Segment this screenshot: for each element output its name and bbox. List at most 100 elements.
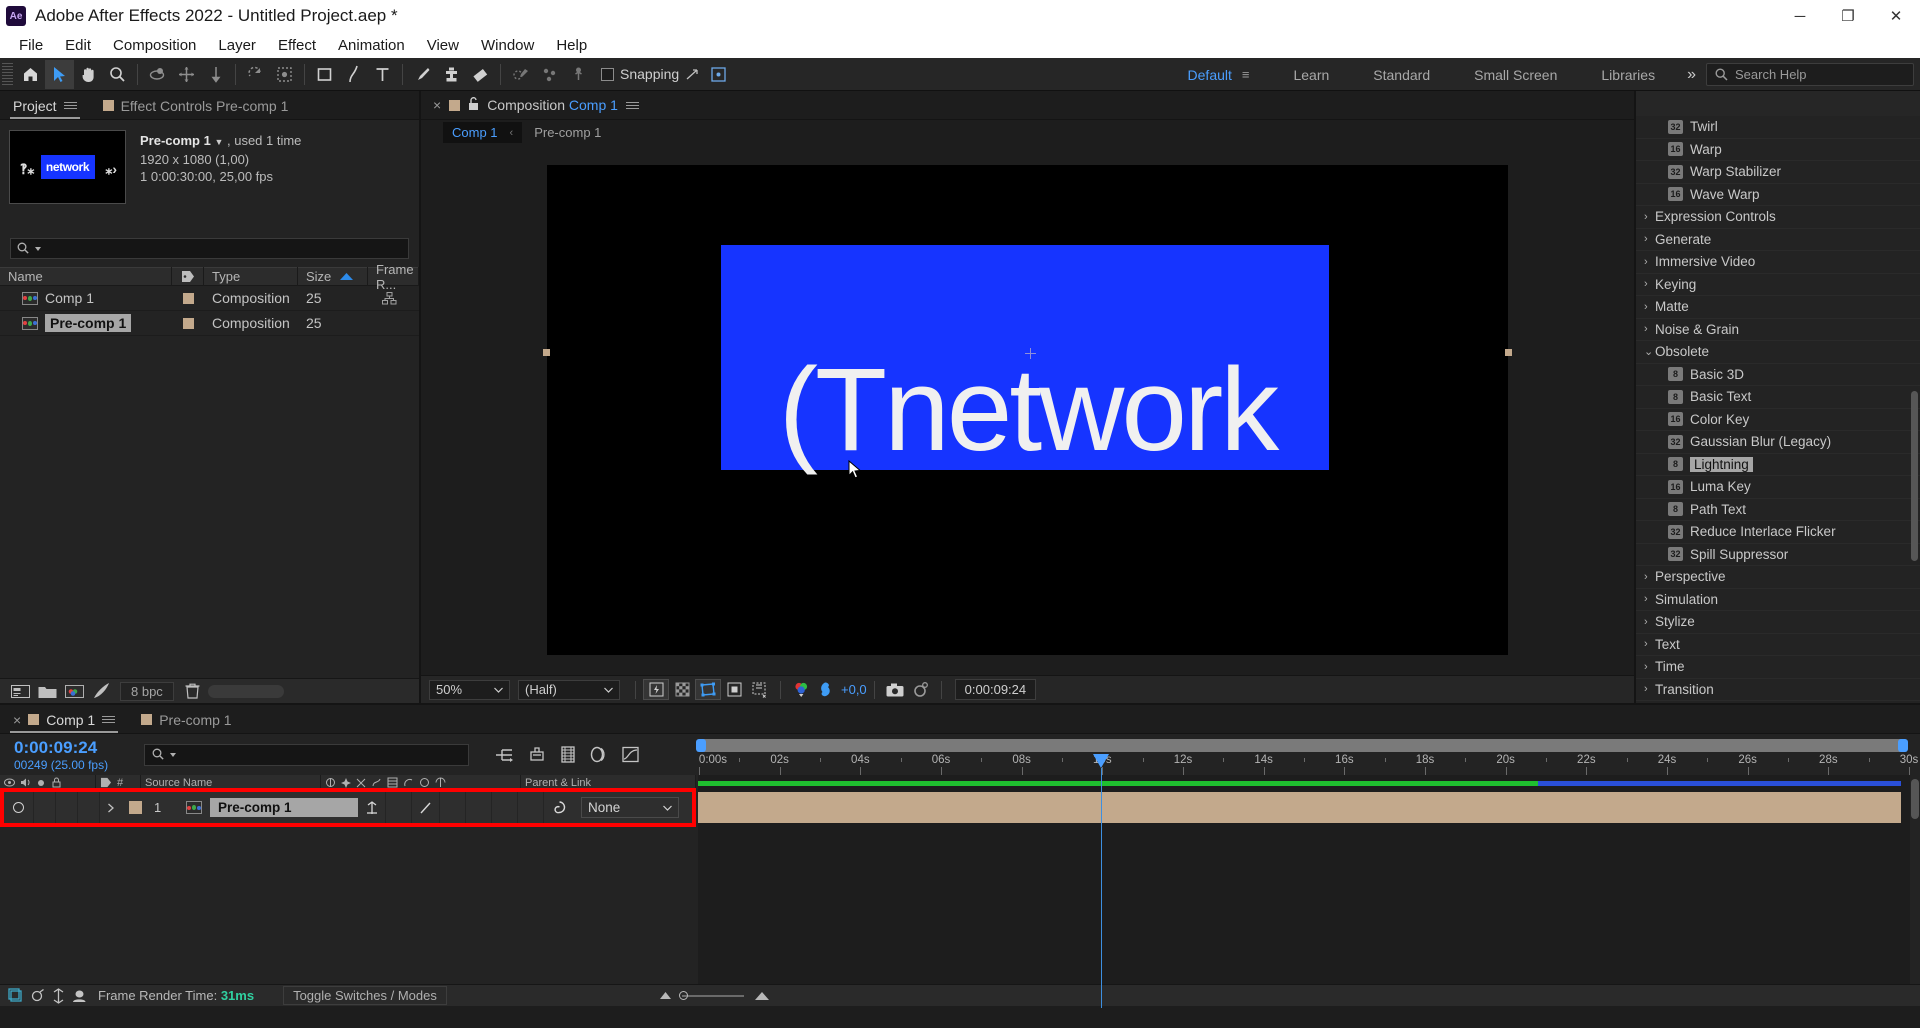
layer-audio-toggle[interactable] [34, 792, 56, 823]
column-label-tag[interactable] [172, 267, 204, 286]
chevron-right-icon[interactable]: › [1644, 323, 1655, 335]
graph-editor-icon[interactable] [622, 746, 639, 763]
menu-help[interactable]: Help [545, 35, 598, 56]
chevron-right-icon[interactable]: › [1644, 661, 1655, 673]
workspace-libraries[interactable]: Libraries [1579, 58, 1677, 91]
anchor-point-icon[interactable] [1025, 348, 1036, 359]
timeline-tab-comp-1[interactable]: × Comp 1 [0, 706, 128, 733]
snapping-checkbox[interactable] [601, 68, 614, 81]
effect-row-perspective[interactable]: ›Perspective [1636, 566, 1920, 589]
exposure-value[interactable]: +0,0 [841, 682, 867, 697]
effect-row-warp-stabilizer[interactable]: 32Warp Stabilizer [1636, 161, 1920, 184]
motion-blur-status-icon[interactable] [30, 988, 45, 1003]
timeline-track-zone[interactable] [698, 775, 1920, 984]
toolbar-grip[interactable] [2, 63, 13, 85]
region-of-interest-icon[interactable] [270, 60, 299, 89]
snapping-control[interactable]: Snapping [601, 66, 727, 83]
effect-row-time[interactable]: ›Time [1636, 656, 1920, 679]
row-name-cell[interactable]: Pre-comp 1 [0, 314, 172, 332]
effect-row-expression-controls[interactable]: ›Expression Controls [1636, 206, 1920, 229]
project-footer-pill[interactable] [208, 685, 284, 698]
row-name-cell[interactable]: Comp 1 [0, 290, 172, 306]
pen-tool-icon[interactable] [339, 60, 368, 89]
effect-row-noise-grain[interactable]: ›Noise & Grain [1636, 319, 1920, 342]
menu-layer[interactable]: Layer [207, 35, 267, 56]
timeline-ruler-zone[interactable]: 0:00s02s04s06s08s10s12s14s16s18s20s22s24… [696, 734, 1920, 775]
effect-row-luma-key[interactable]: 16Luma Key [1636, 476, 1920, 499]
pan-tool-icon[interactable] [172, 60, 201, 89]
project-panel-menu-icon[interactable] [64, 100, 77, 111]
layer-switch-adjustment[interactable] [518, 792, 544, 823]
delete-icon[interactable] [181, 681, 205, 701]
orbit-tool-icon[interactable] [143, 60, 172, 89]
layer-switch-quality[interactable] [386, 792, 412, 823]
layer-switch-frameblend[interactable] [466, 792, 492, 823]
menu-composition[interactable]: Composition [102, 35, 207, 56]
chevron-right-icon[interactable]: › [1644, 278, 1655, 290]
masks-shapes-icon[interactable] [695, 679, 721, 700]
draft-3d-icon[interactable] [528, 746, 546, 763]
selection-tool-icon[interactable] [45, 60, 74, 89]
effect-row-color-key[interactable]: 16Color Key [1636, 409, 1920, 432]
hide-shy-layers-icon[interactable] [560, 746, 576, 763]
timeline-tab-precomp-1[interactable]: Pre-comp 1 [128, 706, 244, 733]
layer-duration-bar[interactable] [698, 792, 1901, 823]
dolly-tool-icon[interactable] [201, 60, 230, 89]
workspace-menu-icon[interactable]: ≡ [1242, 67, 1250, 82]
effect-row-gaussian-blur-legacy-[interactable]: 32Gaussian Blur (Legacy) [1636, 431, 1920, 454]
row-label-cell[interactable] [172, 318, 204, 329]
chevron-right-icon[interactable]: › [1644, 233, 1655, 245]
roto-brush-icon[interactable] [506, 60, 535, 89]
home-icon[interactable] [16, 60, 45, 89]
effect-row-basic-text[interactable]: 8Basic Text [1636, 386, 1920, 409]
timeline-layer-row[interactable]: 1 Pre-comp 1 None [4, 792, 692, 823]
eraser-tool-icon[interactable] [466, 60, 495, 89]
selection-handle-right[interactable] [1505, 349, 1512, 356]
tab-effect-controls[interactable]: Effect Controls Pre-comp 1 [90, 92, 302, 119]
effect-row-obsolete[interactable]: ⌄Obsolete [1636, 341, 1920, 364]
composition-mini-flowchart-icon[interactable] [495, 747, 514, 763]
chevron-right-icon[interactable]: › [1644, 616, 1655, 628]
chevron-right-icon[interactable]: › [1644, 211, 1655, 223]
region-interest-icon[interactable] [721, 679, 747, 700]
lock-icon[interactable] [468, 97, 479, 114]
effect-row-reduce-interlace-flicker[interactable]: 32Reduce Interlace Flicker [1636, 521, 1920, 544]
effect-row-keying[interactable]: ›Keying [1636, 274, 1920, 297]
chevron-right-icon[interactable]: › [1644, 638, 1655, 650]
puppet-overlap-icon[interactable] [564, 60, 593, 89]
resolution-select[interactable]: (Half) [518, 680, 620, 700]
zoom-level-select[interactable]: 50% [429, 680, 510, 700]
chevron-right-icon[interactable]: › [1644, 256, 1655, 268]
viewer-timecode[interactable]: 0:00:09:24 [955, 679, 1036, 700]
search-help-field[interactable]: Search Help [1706, 63, 1914, 86]
effect-row-twirl[interactable]: 32Twirl [1636, 116, 1920, 139]
timeline-vertical-scrollbar[interactable] [1911, 779, 1919, 819]
puppet-status-icon[interactable] [52, 988, 65, 1004]
table-row[interactable]: Comp 1 Composition 25 [0, 286, 419, 311]
column-size[interactable]: Size [298, 267, 368, 286]
new-folder-icon[interactable] [35, 681, 59, 701]
effect-row-matte[interactable]: ›Matte [1636, 296, 1920, 319]
composition-canvas[interactable]: (Tnetwork [547, 165, 1508, 655]
layer-switch-effects[interactable] [440, 792, 466, 823]
close-icon[interactable]: × [13, 712, 21, 728]
maximize-button[interactable]: ❐ [1824, 0, 1872, 32]
chevron-right-icon[interactable]: › [1644, 301, 1655, 313]
effect-row-stylize[interactable]: ›Stylize [1636, 611, 1920, 634]
interpret-footage-icon[interactable] [8, 681, 32, 701]
timeline-panel-menu-icon[interactable] [102, 714, 115, 725]
effect-row-lightning[interactable]: 8Lightning [1636, 454, 1920, 477]
show-snapshot-icon[interactable] [908, 679, 934, 700]
timeline-zoom-slider[interactable] [659, 991, 770, 1001]
menu-window[interactable]: Window [470, 35, 545, 56]
type-tool-icon[interactable] [368, 60, 397, 89]
effects-list[interactable]: 32Twirl16Warp32Warp Stabilizer16Wave War… [1636, 116, 1920, 703]
new-composition-icon[interactable] [62, 681, 86, 701]
brush-tool-icon[interactable] [408, 60, 437, 89]
menu-effect[interactable]: Effect [267, 35, 327, 56]
workspace-overflow-icon[interactable]: » [1677, 66, 1706, 84]
column-frame-rate[interactable]: Frame R... [368, 267, 419, 286]
menu-file[interactable]: File [8, 35, 54, 56]
menu-edit[interactable]: Edit [54, 35, 102, 56]
selection-handle-left[interactable] [543, 349, 550, 356]
